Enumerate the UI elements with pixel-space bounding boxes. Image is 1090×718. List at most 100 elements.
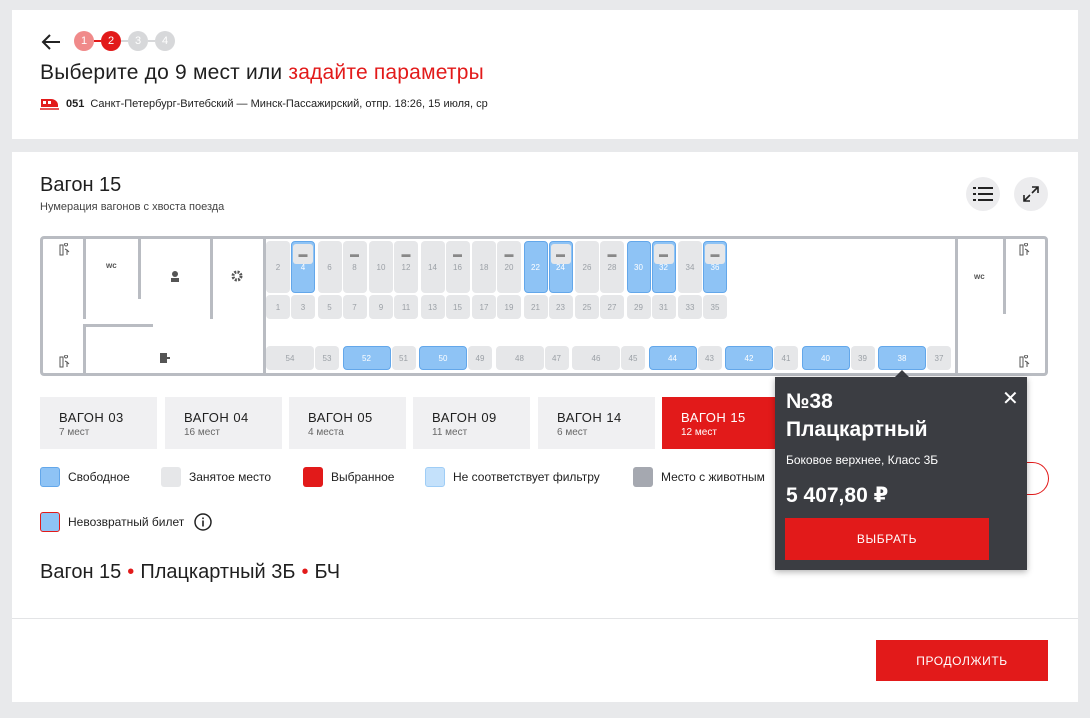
seat-3[interactable]: 3: [291, 295, 315, 319]
seat-29[interactable]: 29: [626, 295, 651, 319]
popup-seat-desc: Боковое верхнее, Класс 3Б: [786, 453, 939, 467]
seat-45[interactable]: 45: [621, 346, 645, 370]
legend-occupied: Занятое место: [161, 467, 271, 487]
train-info: 051 Санкт-Петербург-Витебский — Минск-Па…: [40, 97, 488, 111]
tab-label: ВАГОН 09: [432, 410, 497, 425]
tab-seats-count: 12 мест: [681, 427, 717, 438]
seat-25[interactable]: 25: [575, 295, 599, 319]
legend-free: Свободное: [40, 467, 130, 487]
table-icon: ▬: [602, 244, 622, 264]
step-1[interactable]: 1: [74, 31, 94, 51]
info-icon[interactable]: [194, 513, 212, 531]
tab-wagon-1[interactable]: ВАГОН 04 16 мест: [165, 397, 282, 449]
seat-1[interactable]: 1: [266, 295, 290, 319]
train-route: Санкт-Петербург-Витебский — Минск-Пассаж…: [90, 98, 488, 110]
seat-51[interactable]: 51: [391, 346, 416, 370]
seat-52[interactable]: 52: [342, 346, 391, 370]
seat-21[interactable]: 21: [523, 295, 548, 319]
seat-19[interactable]: 19: [497, 295, 521, 319]
legend-selected-swatch: [303, 467, 323, 487]
seat-44[interactable]: 44: [648, 346, 697, 370]
wc-label: wc: [106, 261, 117, 270]
summary-class: Плацкартный 3Б: [140, 561, 296, 583]
tab-label: ВАГОН 05: [308, 410, 373, 425]
seat-43[interactable]: 43: [697, 346, 722, 370]
seat-26[interactable]: 26: [575, 241, 599, 293]
seat-39[interactable]: 39: [850, 346, 875, 370]
seat-48[interactable]: 48: [495, 346, 544, 370]
seat-27[interactable]: 27: [600, 295, 624, 319]
seat-13[interactable]: 13: [420, 295, 445, 319]
legend-pets-label: Место с животным: [661, 470, 765, 484]
seat-10[interactable]: 10: [369, 241, 393, 293]
exit-icon: [1019, 355, 1030, 368]
tab-seats-count: 7 мест: [59, 427, 90, 438]
continue-button[interactable]: ПРОДОЛЖИТЬ: [876, 640, 1048, 681]
expand-icon: [1023, 186, 1039, 202]
tab-label: ВАГОН 14: [557, 410, 622, 425]
seat-33[interactable]: 33: [678, 295, 702, 319]
tab-wagon-4[interactable]: ВАГОН 14 6 мест: [538, 397, 655, 449]
legend-non-refundable-label: Невозвратный билет: [68, 515, 185, 529]
seat-23[interactable]: 23: [548, 295, 573, 319]
train-number: 051: [66, 98, 85, 110]
expand-button[interactable]: [1014, 177, 1048, 211]
tab-wagon-0[interactable]: ВАГОН 03 7 мест: [40, 397, 157, 449]
table-icon: ▬: [550, 244, 571, 264]
wagon-subtitle: Нумерация вагонов с хвоста поезда: [40, 201, 225, 213]
seat-31[interactable]: 31: [651, 295, 676, 319]
legend-pets-swatch: [633, 467, 653, 487]
legend-selected: Выбранное: [303, 467, 394, 487]
step-indicator: 1 2 3 4: [74, 31, 175, 51]
legend-not-matching-swatch: [425, 467, 445, 487]
seat-37[interactable]: 37: [927, 346, 951, 370]
seat-50[interactable]: 50: [419, 346, 467, 370]
seat-53[interactable]: 53: [315, 346, 339, 370]
step-4: 4: [155, 31, 175, 51]
close-icon[interactable]: ✕: [1002, 386, 1019, 411]
list-view-button[interactable]: [966, 177, 1000, 211]
seat-11[interactable]: 11: [394, 295, 418, 319]
seat-35[interactable]: 35: [703, 295, 727, 319]
tab-wagon-3[interactable]: ВАГОН 09 11 мест: [413, 397, 530, 449]
seat-47[interactable]: 47: [544, 346, 569, 370]
popup-price: 5 407,80 ₽: [786, 484, 889, 507]
boiler-icon: [160, 353, 170, 363]
seat-2[interactable]: 2: [266, 241, 290, 293]
seat-42[interactable]: 42: [725, 346, 773, 370]
seat-46[interactable]: 46: [572, 346, 620, 370]
set-parameters-link[interactable]: задайте параметры: [288, 61, 484, 84]
seat-14[interactable]: 14: [420, 241, 445, 293]
seat-15[interactable]: 15: [445, 295, 470, 319]
select-seat-button[interactable]: ВЫБРАТЬ: [785, 518, 989, 560]
page-title: Выберите до 9 мест или задайте параметры: [40, 61, 484, 84]
train-icon: [40, 99, 59, 110]
seat-17[interactable]: 17: [472, 295, 496, 319]
tab-wagon-2[interactable]: ВАГОН 05 4 места: [289, 397, 406, 449]
seat-41[interactable]: 41: [774, 346, 798, 370]
seat-22[interactable]: 22: [523, 241, 548, 293]
seat-38[interactable]: 38: [878, 346, 926, 370]
list-icon: [973, 187, 993, 201]
seat-5[interactable]: 5: [317, 295, 342, 319]
tab-wagon-5[interactable]: ВАГОН 15 12 мест: [662, 397, 779, 449]
tab-seats-count: 16 мест: [184, 427, 220, 438]
legend-pets: Место с животным: [633, 467, 765, 487]
seat-7[interactable]: 7: [342, 295, 367, 319]
seat-49[interactable]: 49: [468, 346, 492, 370]
exit-icon: [59, 355, 70, 368]
seat-18[interactable]: 18: [472, 241, 496, 293]
table-icon: ▬: [396, 244, 416, 264]
seat-9[interactable]: 9: [369, 295, 393, 319]
back-arrow-icon[interactable]: [40, 31, 62, 53]
divider: [12, 618, 1078, 619]
step-2: 2: [101, 31, 121, 51]
seat-34[interactable]: 34: [678, 241, 702, 293]
summary-wagon: Вагон 15: [40, 561, 122, 583]
seat-6[interactable]: 6: [317, 241, 342, 293]
tab-seats-count: 6 мест: [557, 427, 588, 438]
seat-30[interactable]: 30: [626, 241, 651, 293]
popup-seat-type: Плацкартный: [786, 418, 928, 441]
seat-54[interactable]: 54: [266, 346, 314, 370]
seat-40[interactable]: 40: [801, 346, 850, 370]
